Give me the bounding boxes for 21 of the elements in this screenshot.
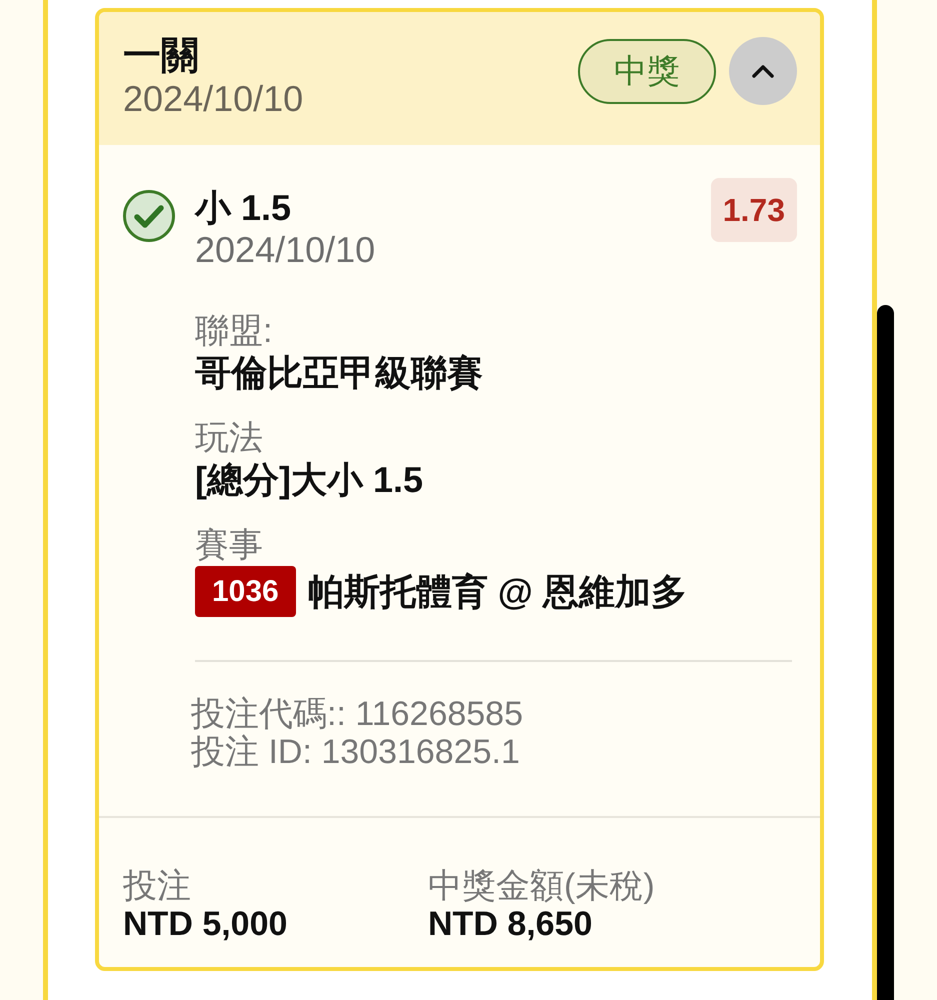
- bet-date: 2024/10/10: [123, 78, 304, 120]
- selection-date: 2024/10/10: [195, 230, 376, 270]
- total-label: 中獎金額(未稅): [428, 867, 656, 905]
- bet-type-title: 一關: [123, 34, 200, 78]
- selection-name: 小 1.5: [195, 186, 292, 230]
- odds-badge: 1.73: [710, 178, 797, 242]
- bet-reference: 投注代碼:: 116268585: [191, 695, 524, 733]
- detail-label: 玩法: [195, 418, 264, 459]
- total-label: 投注: [123, 867, 192, 905]
- bet-reference: 投注 ID: 130316825.1: [191, 733, 521, 771]
- match-number-badge: 1036: [195, 566, 296, 617]
- total-amount: NTD 5,000: [123, 905, 288, 943]
- status-badge: 中獎: [578, 38, 716, 104]
- total-amount: NTD 8,650: [428, 905, 594, 943]
- detail-value: 哥倫比亞甲級聯賽: [195, 352, 484, 394]
- caret-icon: [752, 64, 774, 78]
- scrollbar-thumb[interactable]: [877, 305, 894, 1000]
- detail-value: [總分]大小 1.5: [195, 459, 424, 501]
- detail-label: 聯盟:: [195, 311, 274, 352]
- detail-label: 賽事: [195, 525, 264, 566]
- match-teams: 帕斯托體育 @ 恩維加多: [308, 570, 687, 614]
